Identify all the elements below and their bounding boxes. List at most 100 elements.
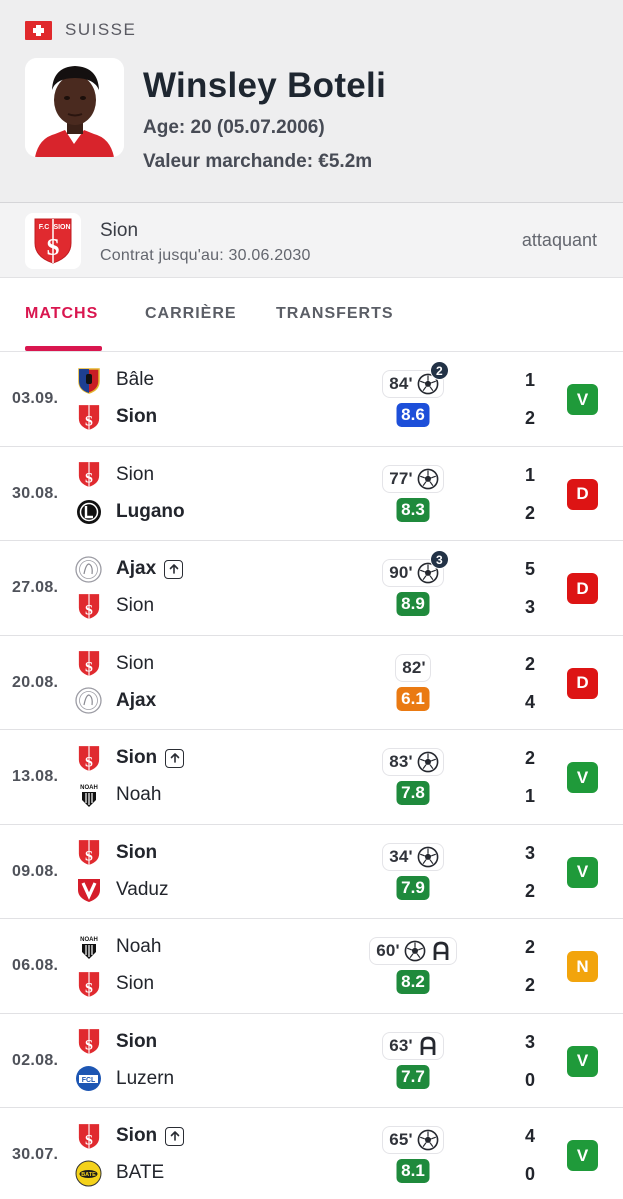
minutes-played-pill: 63' bbox=[382, 1031, 444, 1060]
home-score: 3 bbox=[524, 1031, 535, 1052]
sion-logo: S bbox=[75, 461, 102, 488]
home-team[interactable]: NOAH Noah bbox=[75, 933, 161, 961]
away-team[interactable]: NOAH Noah bbox=[75, 781, 161, 809]
result-badge: N bbox=[567, 951, 598, 982]
goal-icon bbox=[417, 846, 439, 868]
match-date: 06.08. bbox=[12, 957, 59, 974]
match-row[interactable]: 02.08. S Sion FCL Luzern 63' 7.7 3 0 V bbox=[0, 1014, 623, 1108]
away-team-name: Sion bbox=[116, 406, 158, 427]
match-row[interactable]: 30.07. S Sion BATE BATE 65' 8.1 4 0 V bbox=[0, 1108, 623, 1199]
player-match-stats[interactable]: 77' 8.3 bbox=[345, 461, 481, 529]
match-row[interactable]: 30.08. S Sion Lugano 77' 8.3 1 2 D bbox=[0, 447, 623, 541]
player-position: attaquant bbox=[521, 230, 597, 250]
home-team[interactable]: S Sion bbox=[75, 839, 157, 867]
away-team[interactable]: Lugano bbox=[75, 498, 185, 526]
svg-text:F.C: F.C bbox=[39, 224, 50, 231]
stat-row: 65' bbox=[345, 1126, 481, 1154]
sion-logo: S bbox=[75, 593, 102, 620]
match-row[interactable]: 13.08. S Sion NOAH Noah 83' 7.8 2 1 V bbox=[0, 730, 623, 825]
away-team[interactable]: Vaduz bbox=[75, 876, 168, 904]
minutes-played-pill: 84' 2 bbox=[382, 361, 449, 398]
match-row[interactable]: 03.09. Bâle S Sion 84' 2 8.6 1 2 V bbox=[0, 352, 623, 447]
player-match-stats[interactable]: 34' 7.9 bbox=[345, 839, 481, 907]
goal-count-badge: 2 bbox=[429, 361, 449, 380]
match-row[interactable]: 20.08. S Sion Ajax 82' 6.1 2 4 D bbox=[0, 636, 623, 730]
club-name: Sion bbox=[100, 220, 139, 241]
club-bar[interactable]: F.C SION S Sion Contrat jusqu'au: 30.06.… bbox=[0, 203, 623, 278]
minutes-played-pill: 83' bbox=[382, 748, 444, 776]
tab-transferts[interactable]: TRANSFERTS bbox=[276, 305, 394, 323]
player-age: Age: 20 (05.07.2006) bbox=[143, 117, 325, 138]
away-team[interactable]: S Sion bbox=[75, 592, 154, 620]
away-team[interactable]: BATE BATE bbox=[75, 1159, 164, 1187]
result-badge: V bbox=[567, 762, 598, 793]
result-badge: D bbox=[567, 667, 598, 699]
svg-text:S: S bbox=[84, 602, 92, 618]
ajax-logo bbox=[75, 687, 102, 714]
away-score: 2 bbox=[524, 408, 535, 428]
match-date: 27.08. bbox=[12, 579, 59, 596]
match-row[interactable]: 06.08. NOAH Noah S Sion 60' 8.2 2 2 N bbox=[0, 919, 623, 1014]
player-match-stats[interactable]: 90' 3 8.9 bbox=[345, 550, 481, 623]
away-team-name: Luzern bbox=[116, 1067, 175, 1089]
minutes-played-pill: 34' bbox=[382, 842, 444, 871]
player-match-stats[interactable]: 63' 7.7 bbox=[345, 1028, 481, 1096]
goal-icon: 2 bbox=[417, 361, 449, 395]
svg-text:S: S bbox=[84, 470, 92, 486]
svg-text:S: S bbox=[84, 1132, 92, 1148]
player-name: Winsley Boteli bbox=[143, 66, 387, 105]
home-team[interactable]: S Sion bbox=[75, 650, 154, 678]
match-date: 09.08. bbox=[12, 862, 59, 880]
player-match-stats[interactable]: 83' 7.8 bbox=[345, 744, 481, 812]
home-team[interactable]: S Sion bbox=[75, 461, 154, 489]
away-score: 0 bbox=[524, 1069, 535, 1090]
home-team[interactable]: Ajax bbox=[75, 555, 184, 583]
home-team-name: Sion bbox=[116, 841, 158, 863]
player-match-stats[interactable]: 65' 8.1 bbox=[345, 1122, 481, 1190]
home-score: 4 bbox=[524, 1126, 535, 1146]
away-score: 2 bbox=[524, 880, 535, 901]
country-row[interactable]: SUISSE bbox=[25, 20, 136, 40]
away-team[interactable]: S Sion bbox=[75, 403, 157, 431]
svg-text:S: S bbox=[84, 848, 92, 864]
match-date: 20.08. bbox=[12, 673, 59, 691]
tab-matchs[interactable]: MATCHS bbox=[25, 305, 98, 323]
sion-logo: S bbox=[75, 971, 102, 998]
goal-icon bbox=[404, 940, 426, 962]
home-score: 2 bbox=[524, 748, 535, 768]
stat-row: 34' bbox=[345, 842, 481, 871]
player-match-stats[interactable]: 84' 2 8.6 bbox=[345, 361, 481, 434]
minutes-played: 60' bbox=[376, 941, 400, 960]
away-team-name: BATE bbox=[116, 1162, 165, 1183]
market-value: Valeur marchande: €5.2m bbox=[143, 151, 373, 172]
match-row[interactable]: 27.08. Ajax S Sion 90' 3 8.9 5 3 D bbox=[0, 541, 623, 636]
match-date: 30.07. bbox=[12, 1146, 59, 1163]
svg-text:S: S bbox=[84, 754, 92, 770]
home-team-name: Ajax bbox=[116, 558, 157, 579]
away-score: 4 bbox=[524, 691, 535, 712]
stat-row: 82' bbox=[345, 653, 481, 682]
player-rating: 7.7 bbox=[396, 1064, 430, 1089]
home-team[interactable]: S Sion bbox=[75, 1122, 185, 1150]
away-team-name: Sion bbox=[116, 595, 155, 616]
away-team[interactable]: Ajax bbox=[75, 687, 156, 715]
sion-logo: S bbox=[75, 839, 102, 866]
home-score: 5 bbox=[524, 559, 535, 579]
match-date: 02.08. bbox=[12, 1051, 59, 1069]
player-rating: 8.9 bbox=[396, 592, 430, 616]
player-match-stats[interactable]: 60' 8.2 bbox=[345, 933, 481, 1001]
home-team[interactable]: S Sion bbox=[75, 744, 185, 772]
home-team[interactable]: S Sion bbox=[75, 1028, 157, 1056]
away-team[interactable]: FCL Luzern bbox=[75, 1065, 174, 1093]
player-rating: 8.6 bbox=[396, 403, 430, 427]
result-badge: V bbox=[567, 384, 598, 415]
assist-icon bbox=[419, 1036, 437, 1056]
goal-icon bbox=[417, 751, 439, 773]
match-row[interactable]: 09.08. S Sion Vaduz 34' 7.9 3 2 V bbox=[0, 825, 623, 919]
sion-logo: S bbox=[75, 1123, 102, 1150]
arrow-up-icon bbox=[165, 748, 185, 768]
away-team[interactable]: S Sion bbox=[75, 970, 154, 998]
home-team[interactable]: Bâle bbox=[75, 366, 154, 394]
tab-carriere[interactable]: CARRIÈRE bbox=[145, 305, 237, 323]
player-match-stats[interactable]: 82' 6.1 bbox=[345, 650, 481, 718]
